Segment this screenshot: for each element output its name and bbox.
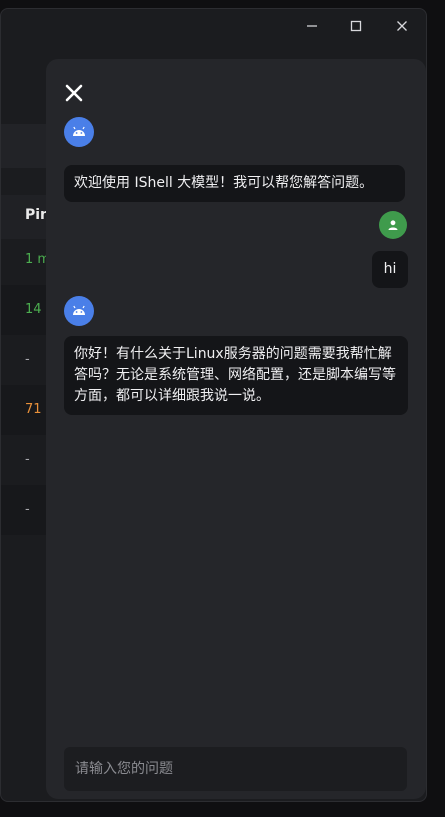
bot-avatar — [64, 296, 94, 326]
minimize-button[interactable] — [301, 15, 323, 37]
android-icon — [73, 305, 85, 315]
ai-chat-panel: 欢迎使用 IShell 大模型！我可以帮您解答问题。 hi 你好！有什么关于Li… — [46, 59, 426, 799]
person-icon — [388, 220, 398, 230]
maximize-button[interactable] — [345, 15, 367, 37]
user-avatar — [379, 211, 407, 239]
assistant-message: 欢迎使用 IShell 大模型！我可以帮您解答问题。 — [64, 165, 405, 202]
app-window: Ping 1 m 14 - 71 r - - 欢迎使用 IShell 大模型！我… — [0, 8, 427, 802]
close-icon — [65, 84, 83, 102]
chat-close-button[interactable] — [64, 83, 84, 103]
question-input[interactable] — [64, 747, 407, 791]
assistant-message: 你好！有什么关于Linux服务器的问题需要我帮忙解答吗？无论是系统管理、网络配置… — [64, 336, 408, 415]
close-icon — [397, 21, 407, 31]
minimize-icon — [307, 25, 317, 27]
user-message: hi — [372, 251, 408, 288]
android-icon — [73, 126, 85, 136]
window-close-button[interactable] — [391, 15, 413, 37]
bot-avatar — [64, 117, 94, 147]
title-bar — [1, 9, 426, 43]
maximize-icon — [350, 20, 362, 32]
